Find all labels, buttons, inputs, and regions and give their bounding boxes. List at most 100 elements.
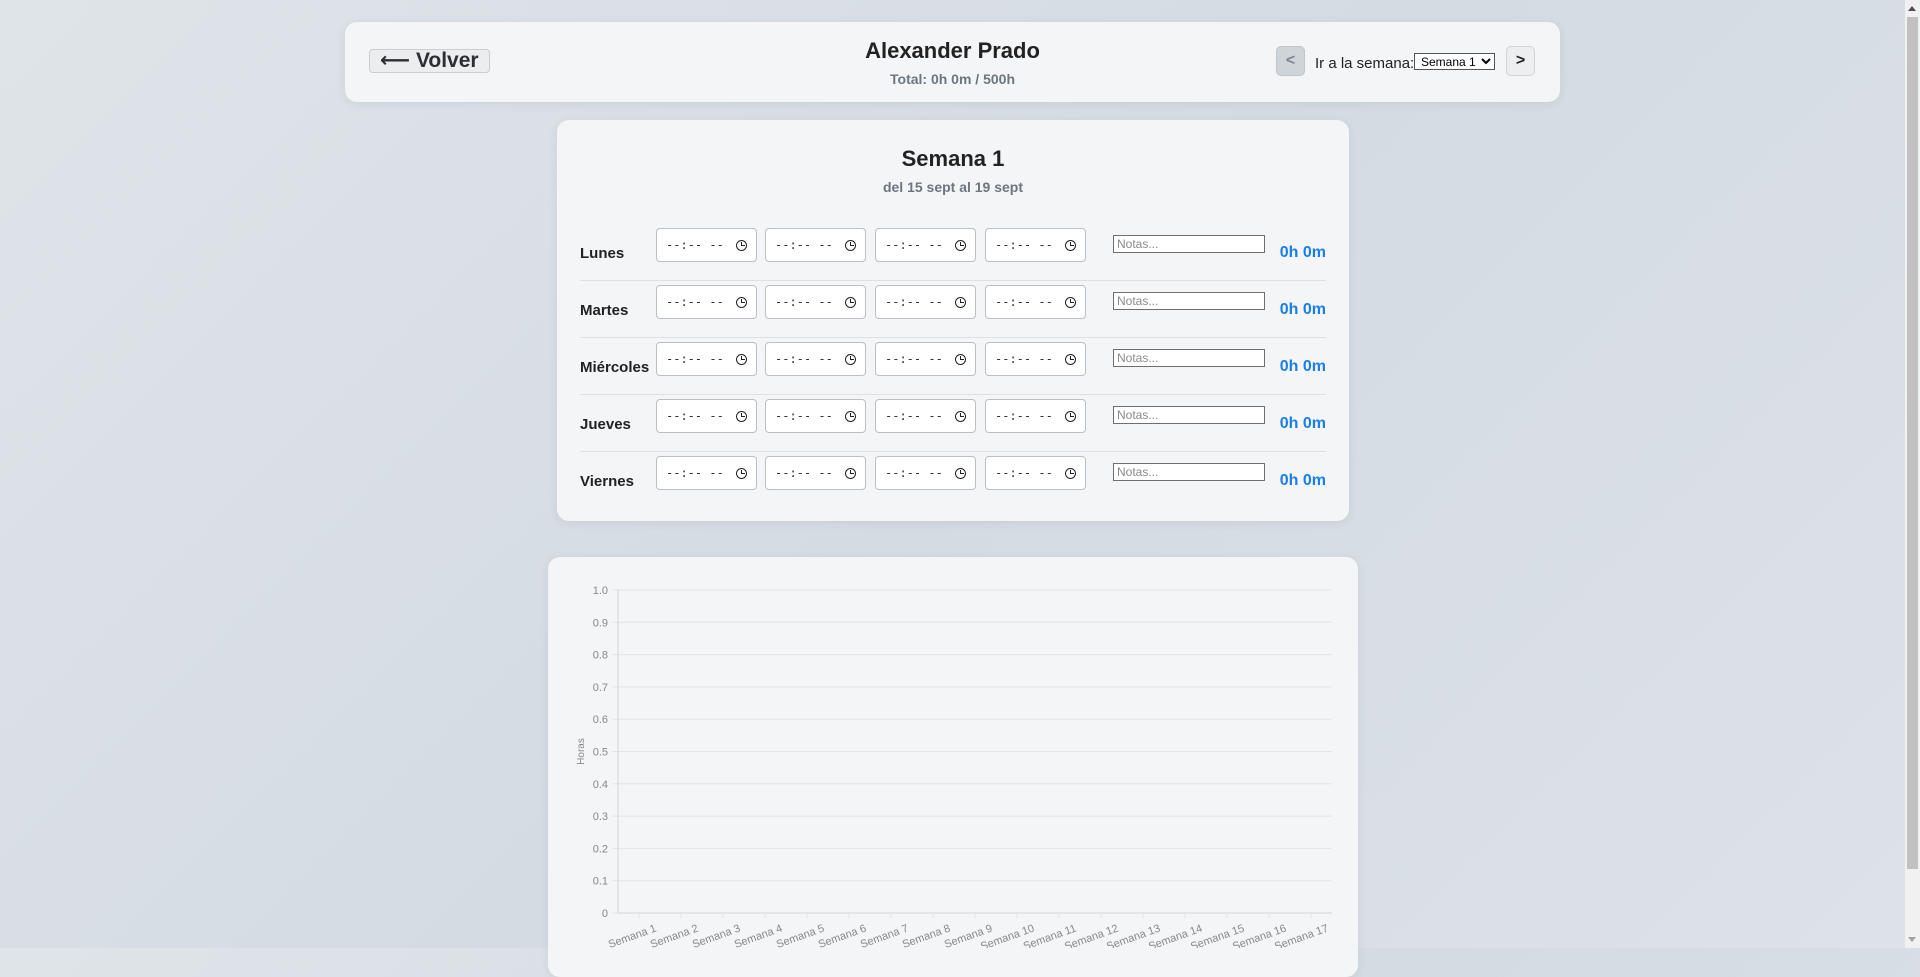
y-tick-label: 0 [602, 908, 608, 920]
y-tick-label: 0.2 [593, 843, 608, 855]
hours-chart-card: 0 0.1 0.2 0.3 0.4 0.5 0.6 0.7 0.8 0.9 1.0 Horas Sema… [548, 557, 1358, 977]
y-tick-label: 0.4 [593, 779, 608, 791]
exit-time-2-input[interactable]: --:-- -- [985, 342, 1086, 376]
clock-icon[interactable] [1065, 240, 1076, 251]
time-placeholder: --:-- -- [885, 466, 943, 480]
time-placeholder: --:-- -- [995, 409, 1053, 423]
time-placeholder: --:-- -- [885, 295, 943, 309]
clock-icon[interactable] [736, 468, 747, 479]
day-name: Miércoles [580, 359, 650, 376]
clock-icon[interactable] [955, 411, 966, 422]
entry-time-2-input[interactable]: --:-- -- [875, 399, 976, 433]
week-card: Semana 1 del 15 sept al 19 sept Lunes --:… [557, 120, 1349, 521]
scrollbar[interactable] [1905, 0, 1920, 948]
time-placeholder: --:-- -- [775, 295, 833, 309]
notes-input[interactable]: Notas... [1113, 406, 1265, 424]
day-name: Jueves [580, 416, 631, 433]
scroll-thumb[interactable] [1907, 17, 1918, 869]
clock-icon[interactable] [955, 468, 966, 479]
entry-time-1-input[interactable]: --:-- -- [656, 285, 757, 319]
exit-time-1-input[interactable]: --:-- -- [765, 228, 866, 262]
time-placeholder: --:-- -- [666, 238, 724, 252]
y-tick-label: 0.8 [593, 650, 608, 662]
day-hours-total: 0h 0m [1279, 301, 1326, 318]
notes-input[interactable]: Notas... [1113, 235, 1265, 253]
time-placeholder: --:-- -- [995, 295, 1053, 309]
scroll-up-arrow-icon[interactable] [1908, 6, 1916, 11]
clock-icon[interactable] [955, 354, 966, 365]
notes-input[interactable]: Notas... [1113, 292, 1265, 310]
day-hours-total: 0h 0m [1279, 415, 1326, 432]
clock-icon[interactable] [845, 354, 856, 365]
y-tick-label: 0.1 [593, 876, 608, 888]
day-row: Jueves --:-- -- --:-- -- --:-- -- --:-- -- No… [580, 394, 1326, 452]
entry-time-2-input[interactable]: --:-- -- [875, 342, 976, 376]
time-placeholder: --:-- -- [775, 466, 833, 480]
time-placeholder: --:-- -- [995, 352, 1053, 366]
exit-time-2-input[interactable]: --:-- -- [985, 285, 1086, 319]
exit-time-1-input[interactable]: --:-- -- [765, 399, 866, 433]
week-date-range: del 15 sept al 19 sept [882, 179, 1024, 195]
time-placeholder: --:-- -- [995, 466, 1053, 480]
day-row: Lunes --:-- -- --:-- -- --:-- -- --:-- -- Not… [580, 223, 1326, 281]
total-hours: Total: 0h 0m / 500h [890, 71, 1015, 87]
clock-icon[interactable] [845, 240, 856, 251]
y-tick-label: 0.9 [593, 617, 608, 629]
clock-icon[interactable] [845, 468, 856, 479]
header-bar: ⟵ Volver Alexander Prado Total: 0h 0m / … [345, 22, 1560, 102]
clock-icon[interactable] [1065, 411, 1076, 422]
y-tick-label: 0.7 [593, 682, 608, 694]
clock-icon[interactable] [955, 240, 966, 251]
entry-time-1-input[interactable]: --:-- -- [656, 228, 757, 262]
exit-time-1-input[interactable]: --:-- -- [765, 342, 866, 376]
clock-icon[interactable] [736, 411, 747, 422]
clock-icon[interactable] [1065, 354, 1076, 365]
y-axis-label: Horas [576, 738, 587, 765]
day-hours-total: 0h 0m [1279, 244, 1326, 261]
y-tick-label: 1.0 [593, 585, 608, 597]
notes-input[interactable]: Notas... [1113, 463, 1265, 481]
week-title: Semana 1 [901, 146, 1005, 171]
entry-time-1-input[interactable]: --:-- -- [656, 456, 757, 490]
y-tick-label: 0.5 [593, 747, 608, 759]
exit-time-1-input[interactable]: --:-- -- [765, 456, 866, 490]
time-placeholder: --:-- -- [666, 409, 724, 423]
day-row: Martes --:-- -- --:-- -- --:-- -- --:-- -- No… [580, 280, 1326, 338]
entry-time-2-input[interactable]: --:-- -- [875, 456, 976, 490]
y-tick-label: 0.6 [593, 714, 608, 726]
week-select[interactable]: Semana 1 [1414, 53, 1495, 70]
exit-time-2-input[interactable]: --:-- -- [985, 399, 1086, 433]
entry-time-1-input[interactable]: --:-- -- [656, 399, 757, 433]
exit-time-2-input[interactable]: --:-- -- [985, 456, 1086, 490]
entry-time-2-input[interactable]: --:-- -- [875, 228, 976, 262]
clock-icon[interactable] [1065, 468, 1076, 479]
time-placeholder: --:-- -- [775, 409, 833, 423]
clock-icon[interactable] [845, 297, 856, 308]
clock-icon[interactable] [1065, 297, 1076, 308]
clock-icon[interactable] [736, 240, 747, 251]
day-row: Viernes --:-- -- --:-- -- --:-- -- --:-- -- N… [580, 451, 1326, 508]
clock-icon[interactable] [736, 297, 747, 308]
time-placeholder: --:-- -- [666, 466, 724, 480]
day-hours-total: 0h 0m [1279, 358, 1326, 375]
time-placeholder: --:-- -- [885, 409, 943, 423]
day-hours-total: 0h 0m [1279, 472, 1326, 489]
scroll-down-arrow-icon[interactable] [1908, 937, 1916, 942]
exit-time-2-input[interactable]: --:-- -- [985, 228, 1086, 262]
time-placeholder: --:-- -- [885, 238, 943, 252]
entry-time-1-input[interactable]: --:-- -- [656, 342, 757, 376]
time-placeholder: --:-- -- [666, 295, 724, 309]
entry-time-2-input[interactable]: --:-- -- [875, 285, 976, 319]
clock-icon[interactable] [845, 411, 856, 422]
notes-input[interactable]: Notas... [1113, 349, 1265, 367]
time-placeholder: --:-- -- [995, 238, 1053, 252]
day-name: Martes [580, 302, 629, 319]
clock-icon[interactable] [736, 354, 747, 365]
next-week-button[interactable]: > [1506, 46, 1535, 76]
exit-time-1-input[interactable]: --:-- -- [765, 285, 866, 319]
time-placeholder: --:-- -- [666, 352, 724, 366]
day-name: Viernes [580, 473, 634, 490]
clock-icon[interactable] [955, 297, 966, 308]
prev-week-button[interactable]: < [1276, 46, 1305, 76]
y-tick-label: 0.3 [593, 811, 608, 823]
